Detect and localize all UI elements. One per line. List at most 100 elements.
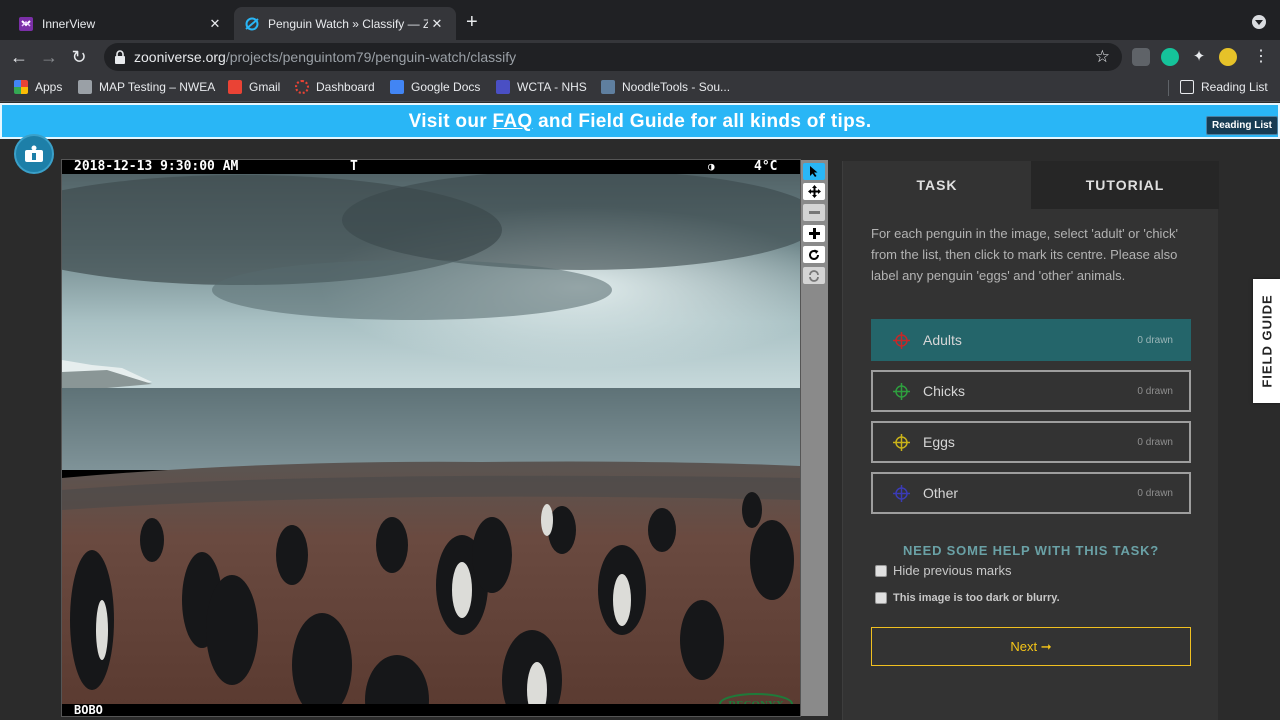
noodletools-icon <box>601 80 615 94</box>
bookmarks-bar: Apps MAP Testing – NWEA Gmail Dashboard … <box>0 74 1280 102</box>
option-label: Eggs <box>923 434 955 450</box>
apps-grid-icon <box>14 80 28 94</box>
option-count: 0 drawn <box>1137 488 1173 499</box>
profile-avatar-icon[interactable] <box>1219 48 1237 66</box>
bookmark-noodletools[interactable]: NoodleTools - Sou... <box>601 80 730 94</box>
faq-link[interactable]: FAQ <box>493 111 533 132</box>
docs-icon <box>390 80 404 94</box>
extension-clipboard-icon[interactable] <box>1132 48 1150 66</box>
tab-innerview[interactable]: InnerView ✕ <box>8 7 234 40</box>
dashboard-icon <box>295 80 309 94</box>
bookmark-label: Google Docs <box>411 80 481 94</box>
bookmarks-separator <box>1168 80 1169 96</box>
option-eggs[interactable]: Eggs 0 drawn <box>871 421 1191 463</box>
image-tools-bar <box>801 160 828 716</box>
camera-data-strip: 2018-12-13 9:30:00 AM T ◑ 4°C <box>62 160 800 174</box>
tab-title: InnerView <box>42 16 96 31</box>
rotate-icon[interactable] <box>803 246 825 263</box>
option-chicks[interactable]: Chicks 0 drawn <box>871 370 1191 412</box>
option-count: 0 drawn <box>1137 386 1173 397</box>
option-count: 0 drawn <box>1137 437 1173 448</box>
checkbox-box[interactable] <box>875 564 887 577</box>
checkbox-label: Hide previous marks <box>893 563 1012 578</box>
gmail-icon <box>228 80 242 94</box>
bookmark-label: MAP Testing – NWEA <box>99 80 216 94</box>
option-label: Other <box>923 485 959 501</box>
zoom-out-icon[interactable] <box>803 204 825 221</box>
back-arrow-icon[interactable]: ← <box>8 46 30 68</box>
innerview-favicon-icon <box>18 16 34 32</box>
field-guide-tab[interactable]: FIELD GUIDE <box>1253 279 1280 403</box>
tab-title: Penguin Watch » Classify — Zo <box>268 16 428 31</box>
option-other[interactable]: Other 0 drawn <box>871 472 1191 514</box>
bookmark-wcta[interactable]: WCTA - NHS <box>496 80 587 94</box>
browser-menu-icon[interactable]: ⋮ <box>1252 48 1270 66</box>
field-guide-label: FIELD GUIDE <box>1259 294 1274 388</box>
tab-penguin-watch[interactable]: Penguin Watch » Classify — Zo ✕ <box>234 7 456 40</box>
zoom-in-icon[interactable] <box>803 225 825 242</box>
task-instructions: For each penguin in the image, select 'a… <box>871 226 1178 283</box>
moon-phase-icon: ◑ <box>708 160 715 173</box>
browser-tab-strip: InnerView ✕ Penguin Watch » Classify — Z… <box>0 0 1280 40</box>
tab-tutorial[interactable]: TUTORIAL <box>1031 161 1219 209</box>
grammarly-extension-icon[interactable] <box>1161 48 1179 66</box>
option-count: 0 drawn <box>1137 335 1173 346</box>
browser-toolbar: ← → ↻ zooniverse.org/projects/penguintom… <box>0 40 1280 74</box>
option-label: Chicks <box>923 383 966 399</box>
next-button[interactable]: Next ➞ <box>871 627 1191 666</box>
crosshair-icon <box>893 434 910 451</box>
bookmark-dashboard[interactable]: Dashboard <box>295 80 375 94</box>
subject-image-viewer[interactable]: RECONYX 2018-12-13 9:30:00 AM T ◑ 4°C BO… <box>61 159 801 717</box>
reading-list-button[interactable]: Reading List <box>1180 80 1268 94</box>
site-code: BOBO <box>74 703 103 717</box>
folder-icon <box>78 80 92 94</box>
close-tab-icon[interactable]: ✕ <box>428 16 446 32</box>
crosshair-icon <box>893 383 910 400</box>
reading-list-tooltip: Reading List <box>1206 116 1278 135</box>
pan-tool-icon[interactable] <box>803 183 825 200</box>
tab-task[interactable]: TASK <box>843 161 1031 209</box>
url-text: zooniverse.org/projects/penguintom79/pen… <box>134 49 517 65</box>
bookmark-label: NoodleTools - Sou... <box>622 80 731 94</box>
checkbox-box[interactable] <box>875 592 887 604</box>
image-timestamp: 2018-12-13 9:30:00 AM <box>74 159 239 174</box>
option-adults[interactable]: Adults 0 drawn <box>871 319 1191 361</box>
extensions-puzzle-icon[interactable]: ✦ <box>1190 48 1208 66</box>
task-tabs: TASK TUTORIAL <box>843 161 1219 209</box>
bookmark-google-docs[interactable]: Google Docs <box>390 80 480 94</box>
tips-banner: Visit our FAQ and Field Guide for all ki… <box>0 103 1280 139</box>
penguin-colony-photo: RECONYX <box>62 160 800 716</box>
bookmark-apps[interactable]: Apps <box>14 80 62 94</box>
close-tab-icon[interactable]: ✕ <box>206 16 224 32</box>
wcta-icon <box>496 80 510 94</box>
too-dark-checkbox[interactable]: This image is too dark or blurry. <box>875 592 1060 604</box>
bookmark-label: Gmail <box>249 80 281 94</box>
accessibility-widget-icon[interactable] <box>14 134 54 174</box>
new-tab-plus-icon[interactable]: + <box>466 12 478 32</box>
task-panel: TASK TUTORIAL For each penguin in the im… <box>842 161 1219 720</box>
bookmark-star-icon[interactable]: ☆ <box>1095 47 1110 67</box>
zooniverse-favicon-icon <box>244 16 260 32</box>
bookmark-label: WCTA - NHS <box>517 80 587 94</box>
reload-icon[interactable]: ↻ <box>68 46 90 68</box>
address-bar[interactable]: zooniverse.org/projects/penguintom79/pen… <box>104 43 1122 71</box>
tab-search-chevron-icon[interactable] <box>1252 15 1266 29</box>
forward-arrow-icon[interactable]: → <box>38 46 60 68</box>
bookmark-label: Apps <box>35 80 63 94</box>
image-marker: T <box>350 159 358 174</box>
help-link[interactable]: NEED SOME HELP WITH THIS TASK? <box>843 543 1219 558</box>
reading-list-icon <box>1180 80 1194 94</box>
option-label: Adults <box>923 332 962 348</box>
banner-text: Visit our FAQ and Field Guide for all ki… <box>408 111 872 132</box>
reading-list-label: Reading List <box>1201 80 1268 94</box>
crosshair-icon <box>893 485 910 502</box>
checkbox-label: This image is too dark or blurry. <box>893 592 1060 604</box>
hide-marks-checkbox[interactable]: Hide previous marks <box>875 563 1012 578</box>
pointer-tool-icon[interactable] <box>803 163 825 180</box>
reset-view-icon[interactable] <box>803 267 825 284</box>
crosshair-icon <box>893 332 910 349</box>
bookmark-gmail[interactable]: Gmail <box>228 80 280 94</box>
camera-site-strip: BOBO <box>62 704 800 716</box>
bookmark-map-testing[interactable]: MAP Testing – NWEA <box>78 80 215 94</box>
bookmark-label: Dashboard <box>316 80 375 94</box>
